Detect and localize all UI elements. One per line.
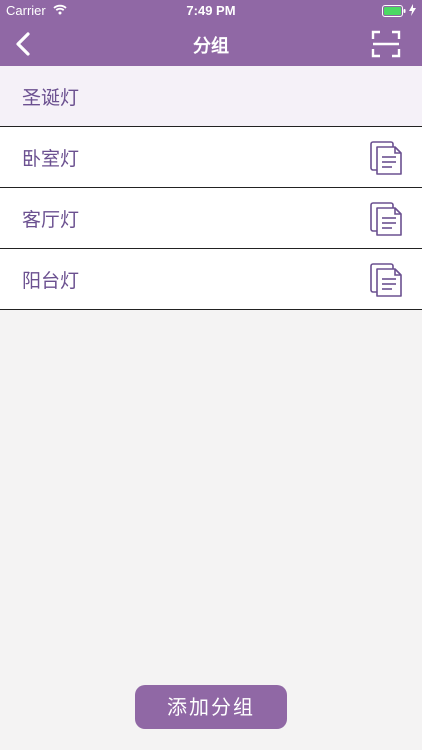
document-icon[interactable]: [368, 139, 404, 177]
charging-icon: [409, 4, 416, 16]
page-title: 分组: [193, 36, 229, 57]
status-time: 7:49 PM: [186, 3, 236, 18]
status-bar: Carrier 7:49 PM: [0, 0, 422, 22]
group-row[interactable]: 阳台灯: [0, 249, 422, 310]
group-row[interactable]: 客厅灯: [0, 188, 422, 249]
nav-bar: 分组: [0, 22, 422, 66]
group-label: 阳台灯: [22, 270, 80, 292]
scan-button[interactable]: [368, 27, 404, 61]
battery-icon: [382, 5, 406, 17]
group-row[interactable]: 圣诞灯: [0, 66, 422, 127]
header: Carrier 7:49 PM 分组: [0, 0, 422, 66]
document-icon[interactable]: [368, 200, 404, 238]
group-label: 卧室灯: [22, 148, 80, 170]
group-list: 圣诞灯 卧室灯 客厅灯 阳台灯: [0, 66, 422, 310]
group-row[interactable]: 卧室灯: [0, 127, 422, 188]
group-label: 客厅灯: [22, 209, 80, 231]
document-icon[interactable]: [368, 261, 404, 299]
add-group-button[interactable]: 添加分组: [135, 685, 287, 729]
group-label: 圣诞灯: [22, 87, 80, 109]
